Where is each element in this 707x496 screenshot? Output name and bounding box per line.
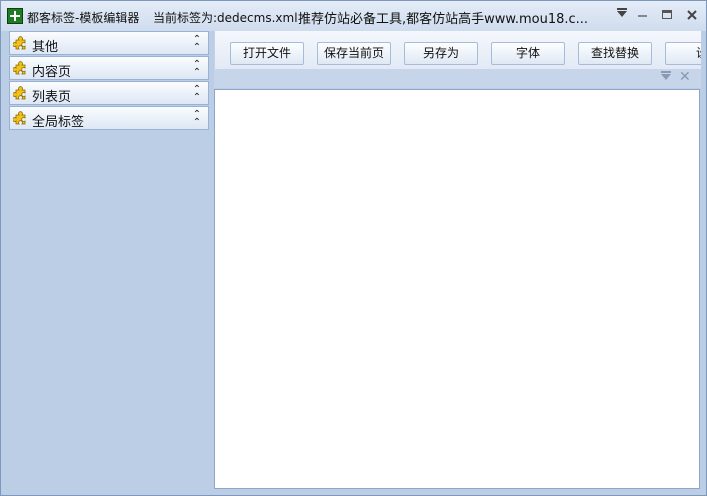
double-chevron-up-icon[interactable]: ⌃ ⌃	[192, 60, 202, 78]
main-panel: 打开文件 保存当前页 另存为 字体 查找替换 设 ✕	[214, 31, 701, 491]
panel-close-icon[interactable]: ✕	[679, 70, 691, 84]
sidebar-item-label: 列表页	[32, 90, 72, 105]
font-button[interactable]: 字体	[491, 42, 565, 65]
minimize-button[interactable]	[635, 8, 651, 22]
menu-bar-icon	[617, 8, 627, 10]
current-tag-label: 当前标签为:dedecms.xml	[153, 11, 298, 25]
recommend-link[interactable]: 推荐仿站必备工具,都客仿站高手www.mou18.c...	[298, 8, 608, 27]
window-title: 都客标签-模板编辑器	[27, 11, 140, 25]
double-chevron-up-icon[interactable]: ⌃ ⌃	[192, 110, 202, 128]
title-bar[interactable]: 都客标签-模板编辑器 当前标签为:dedecms.xml 推荐仿站必备工具,都客…	[1, 1, 706, 31]
puzzle-icon	[13, 86, 26, 100]
puzzle-icon	[13, 111, 26, 125]
open-file-button[interactable]: 打开文件	[230, 42, 304, 65]
toolbar: 打开文件 保存当前页 另存为 字体 查找替换 设	[214, 31, 701, 69]
close-icon	[687, 10, 697, 20]
sidebar-item-other[interactable]: 其他 ⌃ ⌃	[9, 31, 209, 55]
editor-textarea[interactable]	[214, 89, 700, 489]
settings-button[interactable]: 设	[665, 42, 701, 65]
find-replace-button[interactable]: 查找替换	[578, 42, 652, 65]
sidebar-item-label: 内容页	[32, 65, 72, 80]
triangle-down-icon	[617, 11, 627, 17]
sidebar-item-global-tags[interactable]: 全局标签 ⌃ ⌃	[9, 106, 209, 130]
sidebar-item-content-page[interactable]: 内容页 ⌃ ⌃	[9, 56, 209, 80]
puzzle-icon	[13, 61, 26, 75]
sidebar-item-label: 其他	[32, 40, 59, 55]
panel-menu-bar-icon	[661, 71, 671, 73]
panel-dropdown-icon[interactable]	[661, 74, 671, 80]
editor-header-strip: ✕	[214, 69, 701, 88]
save-as-button[interactable]: 另存为	[404, 42, 478, 65]
sidebar-item-list-page[interactable]: 列表页 ⌃ ⌃	[9, 81, 209, 105]
save-current-page-button[interactable]: 保存当前页	[317, 42, 391, 65]
app-icon[interactable]	[7, 8, 23, 24]
close-button[interactable]	[684, 8, 700, 22]
maximize-icon	[662, 10, 672, 19]
double-chevron-up-icon[interactable]: ⌃ ⌃	[192, 85, 202, 103]
sidebar-accordion: 其他 ⌃ ⌃ 内容页 ⌃ ⌃ 列表页 ⌃ ⌃ 全局标签 ⌃ ⌃	[9, 31, 209, 131]
sidebar-item-label: 全局标签	[32, 115, 85, 130]
app-window: 都客标签-模板编辑器 当前标签为:dedecms.xml 推荐仿站必备工具,都客…	[0, 0, 707, 496]
minimize-icon	[638, 15, 647, 17]
dropdown-menu-button[interactable]	[614, 8, 630, 22]
puzzle-icon	[13, 36, 26, 50]
double-chevron-up-icon[interactable]: ⌃ ⌃	[192, 35, 202, 53]
maximize-button[interactable]	[659, 8, 675, 22]
